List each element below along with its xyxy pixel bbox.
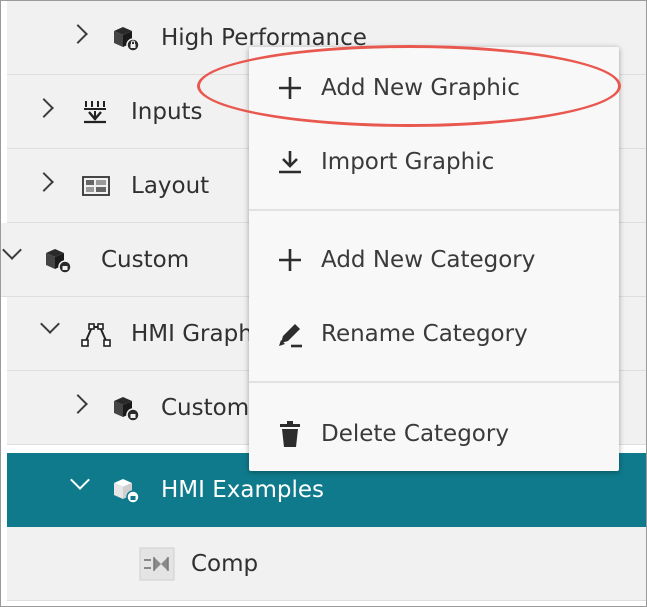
chevron-right-icon[interactable] (68, 24, 88, 44)
plus-icon (279, 249, 301, 271)
menu-item-label: Add New Graphic (321, 75, 520, 101)
menu-item-label: Rename Category (321, 321, 528, 347)
library-panel: High Performance Inputs Layout Custom HM… (0, 0, 647, 607)
menu-item-label: Add New Category (321, 247, 536, 273)
tree-row-label: Custom (161, 395, 250, 421)
import-icon (279, 151, 301, 174)
category-icon (114, 27, 140, 52)
tree-row-label: HMI Graph (131, 321, 253, 347)
rename-icon (279, 324, 302, 348)
tree-row-label: Inputs (131, 99, 203, 125)
menu-item-add-new-graphic[interactable]: Add New Graphic (249, 51, 619, 125)
category-icon (114, 397, 140, 422)
menu-divider (249, 209, 619, 211)
chevron-right-icon[interactable] (68, 394, 88, 414)
hmi-graphics-icon (81, 323, 111, 347)
menu-item-import-graphic[interactable]: Import Graphic (249, 125, 619, 199)
tree-row-label: HMI Examples (161, 477, 324, 503)
tree-row-label: Comp (191, 551, 259, 577)
menu-item-add-new-category[interactable]: Add New Category (249, 223, 619, 297)
component-icon (139, 547, 175, 581)
menu-item-label: Delete Category (321, 421, 509, 447)
context-menu: Add New Graphic Import Graphic Add New C… (249, 47, 619, 471)
tree-row-comp[interactable]: Comp (7, 527, 646, 601)
plus-icon (279, 77, 301, 99)
inputs-icon (84, 101, 106, 124)
category-icon (114, 479, 140, 504)
tree-row-label: Layout (131, 173, 210, 199)
chevron-down-icon[interactable] (2, 240, 22, 260)
trash-icon (280, 421, 300, 447)
tree-row-label: Custom (101, 247, 190, 273)
chevron-down-icon[interactable] (40, 314, 60, 334)
category-icon (46, 249, 72, 274)
chevron-right-icon[interactable] (34, 98, 54, 118)
layout-icon (82, 176, 110, 196)
chevron-right-icon[interactable] (34, 172, 54, 192)
menu-divider (249, 381, 619, 383)
chevron-down-icon[interactable] (70, 470, 90, 490)
menu-item-label: Import Graphic (321, 149, 495, 175)
menu-item-delete-category[interactable]: Delete Category (249, 397, 619, 471)
menu-item-rename-category[interactable]: Rename Category (249, 297, 619, 371)
